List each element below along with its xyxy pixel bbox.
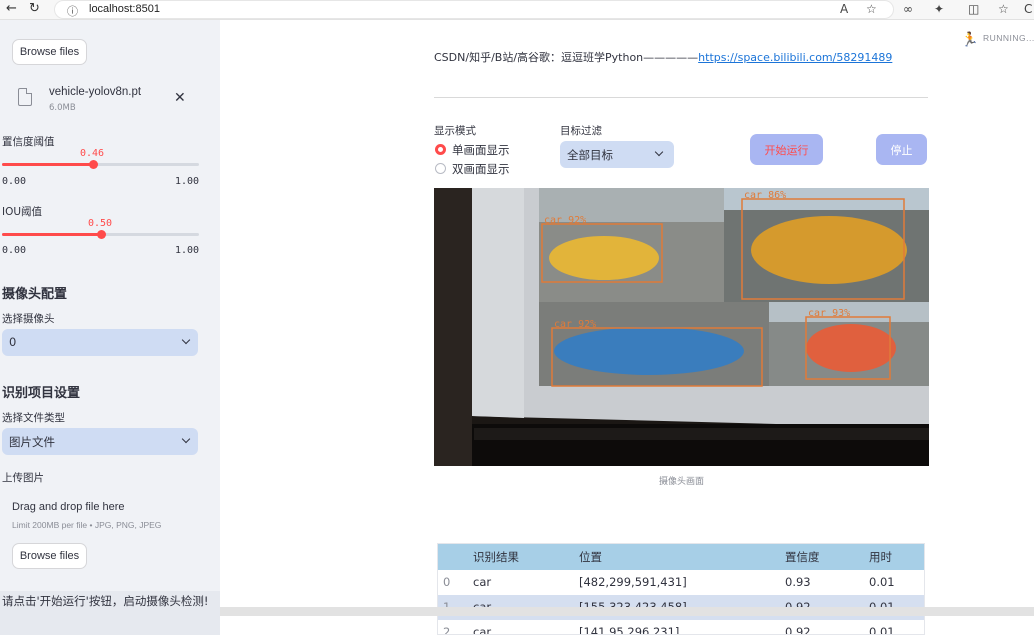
camera-view: car 92% car 86% car 92% car 93% <box>434 188 929 466</box>
table-header-result[interactable]: 识别结果 <box>468 544 574 570</box>
conf-slider[interactable] <box>2 160 199 169</box>
browse-files-button-2[interactable]: Browse files <box>12 543 87 569</box>
row-confidence: 0.92 <box>785 625 811 635</box>
filter-select-value: 全部目标 <box>567 148 613 162</box>
start-button[interactable]: 开始运行 <box>750 134 823 165</box>
stop-button[interactable]: 停止 <box>876 134 927 165</box>
credit-text: CSDN/知乎/B站/高谷歌：逗逗班学Python————— <box>434 51 699 64</box>
row-position: [482,299,591,431] <box>579 575 687 589</box>
iou-max: 1.00 <box>175 245 200 256</box>
iou-min: 0.00 <box>2 245 27 256</box>
chevron-down-icon <box>181 434 191 444</box>
detection-label: car 92% <box>554 319 596 330</box>
uploaded-file: vehicle-yolov8n.pt 6.0MB ✕ <box>18 86 198 120</box>
table-header-position[interactable]: 位置 <box>574 544 780 570</box>
address-bar[interactable]: ⓘ localhost:8501 <box>54 0 894 19</box>
table-header-confidence[interactable]: 置信度 <box>780 544 864 570</box>
copilot-icon[interactable]: C <box>1024 2 1032 16</box>
puzzle-icon[interactable]: ✦ <box>934 2 944 16</box>
project-section-title: 识别项目设置 <box>2 386 81 401</box>
table-row[interactable]: 0 car [482,299,591,431] 0.93 0.01 <box>438 570 924 595</box>
filter-select[interactable]: 全部目标 <box>560 141 674 168</box>
filter-label: 目标过滤 <box>560 125 602 137</box>
conf-value: 0.46 <box>80 148 105 159</box>
row-index: 2 <box>443 625 451 635</box>
divider <box>434 97 928 98</box>
conf-slider-thumb[interactable] <box>88 160 98 169</box>
split-icon[interactable]: ◫ <box>968 2 979 16</box>
radio-double[interactable] <box>435 163 446 174</box>
row-result: car <box>473 575 492 589</box>
detection-label: car 92% <box>544 215 586 226</box>
conf-slider-fill <box>2 163 93 166</box>
radio-single-label[interactable]: 单画面显示 <box>452 142 510 158</box>
row-result: car <box>473 625 492 635</box>
camera-select-value: 0 <box>9 335 17 349</box>
table-row[interactable]: 2 car [141,95,296,231] 0.92 0.01 <box>438 620 924 635</box>
iou-value: 0.50 <box>88 218 113 229</box>
running-status: RUNNING... <box>983 33 1034 43</box>
row-position: [141,95,296,231] <box>579 625 680 635</box>
file-icon <box>18 88 32 106</box>
row-confidence: 0.93 <box>785 575 811 589</box>
detection-label: car 86% <box>744 190 786 201</box>
table-header-index <box>438 544 468 570</box>
row-index: 0 <box>443 575 451 589</box>
chevron-down-icon <box>181 335 191 345</box>
filetype-select[interactable]: 图片文件 <box>2 428 198 455</box>
dropzone-subtitle: Limit 200MB per file • JPG, PNG, JPEG <box>12 520 162 530</box>
close-icon[interactable]: ✕ <box>174 90 186 106</box>
iou-slider[interactable] <box>2 230 199 239</box>
read-aloud-icon[interactable]: A <box>840 2 848 16</box>
radio-single[interactable] <box>435 144 446 155</box>
dropzone-title[interactable]: Drag and drop file here <box>12 501 125 513</box>
running-person-icon: 🏃 <box>961 32 979 48</box>
favorites-bar-icon[interactable]: ☆ <box>998 2 1009 16</box>
credit-link[interactable]: https://space.bilibili.com/58291489 <box>698 51 892 64</box>
status-alert: 请点击'开始运行'按钮，启动摄像头检测! <box>0 591 220 635</box>
detection-label: car 93% <box>808 308 850 319</box>
conf-min: 0.00 <box>2 176 27 187</box>
extensions-icon[interactable]: ∞ <box>903 2 913 16</box>
filetype-label: 选择文件类型 <box>2 412 65 424</box>
url-text: localhost:8501 <box>89 3 160 15</box>
horizontal-scrollbar[interactable] <box>220 607 1034 616</box>
credit-line: CSDN/知乎/B站/高谷歌：逗逗班学Python—————https://sp… <box>434 49 892 65</box>
row-time: 0.01 <box>869 625 895 635</box>
status-text: 请点击'开始运行'按钮，启动摄像头检测! <box>2 594 209 608</box>
info-icon[interactable]: ⓘ <box>67 3 78 19</box>
conf-max: 1.00 <box>175 176 200 187</box>
browse-files-button[interactable]: Browse files <box>12 39 87 65</box>
table-header-time[interactable]: 用时 <box>864 544 924 570</box>
favorite-icon[interactable]: ☆ <box>866 2 877 16</box>
display-mode-label: 显示模式 <box>434 125 476 137</box>
conf-label: 置信度阈值 <box>2 136 55 148</box>
filetype-select-value: 图片文件 <box>9 435 55 449</box>
radio-double-label[interactable]: 双画面显示 <box>452 161 510 177</box>
back-icon[interactable]: ← <box>6 1 17 16</box>
camera-caption: 摄像头画面 <box>658 477 704 487</box>
browser-toolbar: ← ↻ ⓘ localhost:8501 A ☆ ∞ ✦ ◫ ☆ C <box>0 0 1034 20</box>
camera-select-label: 选择摄像头 <box>2 313 55 325</box>
iou-slider-thumb[interactable] <box>96 230 106 239</box>
chevron-down-icon <box>654 147 664 157</box>
iou-slider-fill <box>2 233 101 236</box>
camera-section-title: 摄像头配置 <box>2 287 68 302</box>
results-table[interactable]: 识别结果 位置 置信度 用时 0 car [482,299,591,431] 0… <box>437 543 925 635</box>
file-size: 6.0MB <box>49 103 76 113</box>
camera-select[interactable]: 0 <box>2 329 198 356</box>
refresh-icon[interactable]: ↻ <box>29 1 40 16</box>
iou-label: IOU阈值 <box>2 206 43 218</box>
upload-label: 上传图片 <box>2 472 44 484</box>
row-time: 0.01 <box>869 575 895 589</box>
camera-image: car 92% car 86% car 92% car 93% <box>434 188 929 466</box>
file-name: vehicle-yolov8n.pt <box>49 86 142 98</box>
